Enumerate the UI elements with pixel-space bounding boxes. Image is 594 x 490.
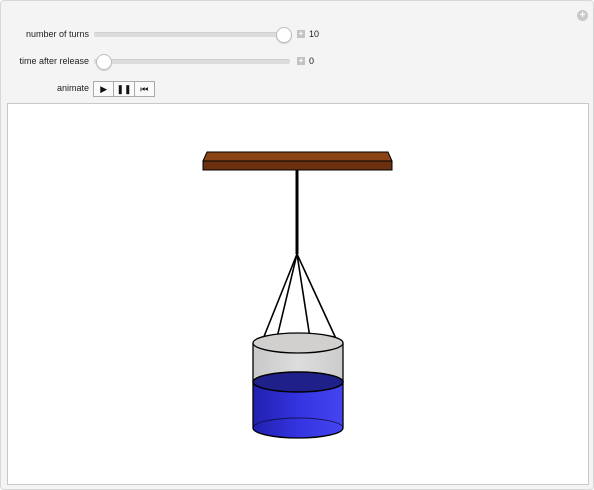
- turns-label: number of turns: [25, 29, 89, 39]
- time-value: 0: [309, 56, 315, 66]
- animate-label: animate: [56, 83, 89, 93]
- animation-controls: ▶ ❚❚ ⏮: [93, 81, 155, 97]
- time-slider-thumb[interactable]: [96, 54, 112, 70]
- corner-plus-icon[interactable]: +: [577, 10, 588, 21]
- turns-slider-track[interactable]: [94, 32, 290, 37]
- turns-value: 10: [309, 29, 320, 39]
- turns-plus-icon[interactable]: +: [297, 30, 305, 38]
- visualization-canvas: [7, 103, 589, 485]
- pause-icon: ❚❚: [116, 83, 132, 94]
- time-slider-track[interactable]: [94, 59, 290, 64]
- bucket-scene: [202, 151, 393, 439]
- water: [252, 371, 344, 439]
- wooden-board: [202, 151, 393, 171]
- pause-button[interactable]: ❚❚: [114, 82, 135, 96]
- time-label: time after release: [19, 56, 89, 66]
- play-icon: ▶: [100, 83, 108, 94]
- step-back-icon: ⏮: [140, 83, 149, 94]
- play-button[interactable]: ▶: [94, 82, 115, 96]
- step-back-button[interactable]: ⏮: [135, 82, 154, 96]
- turns-slider-thumb[interactable]: [276, 27, 292, 43]
- time-plus-icon[interactable]: +: [297, 57, 305, 65]
- app-frame: + number of turns + 10 time after releas…: [0, 0, 594, 490]
